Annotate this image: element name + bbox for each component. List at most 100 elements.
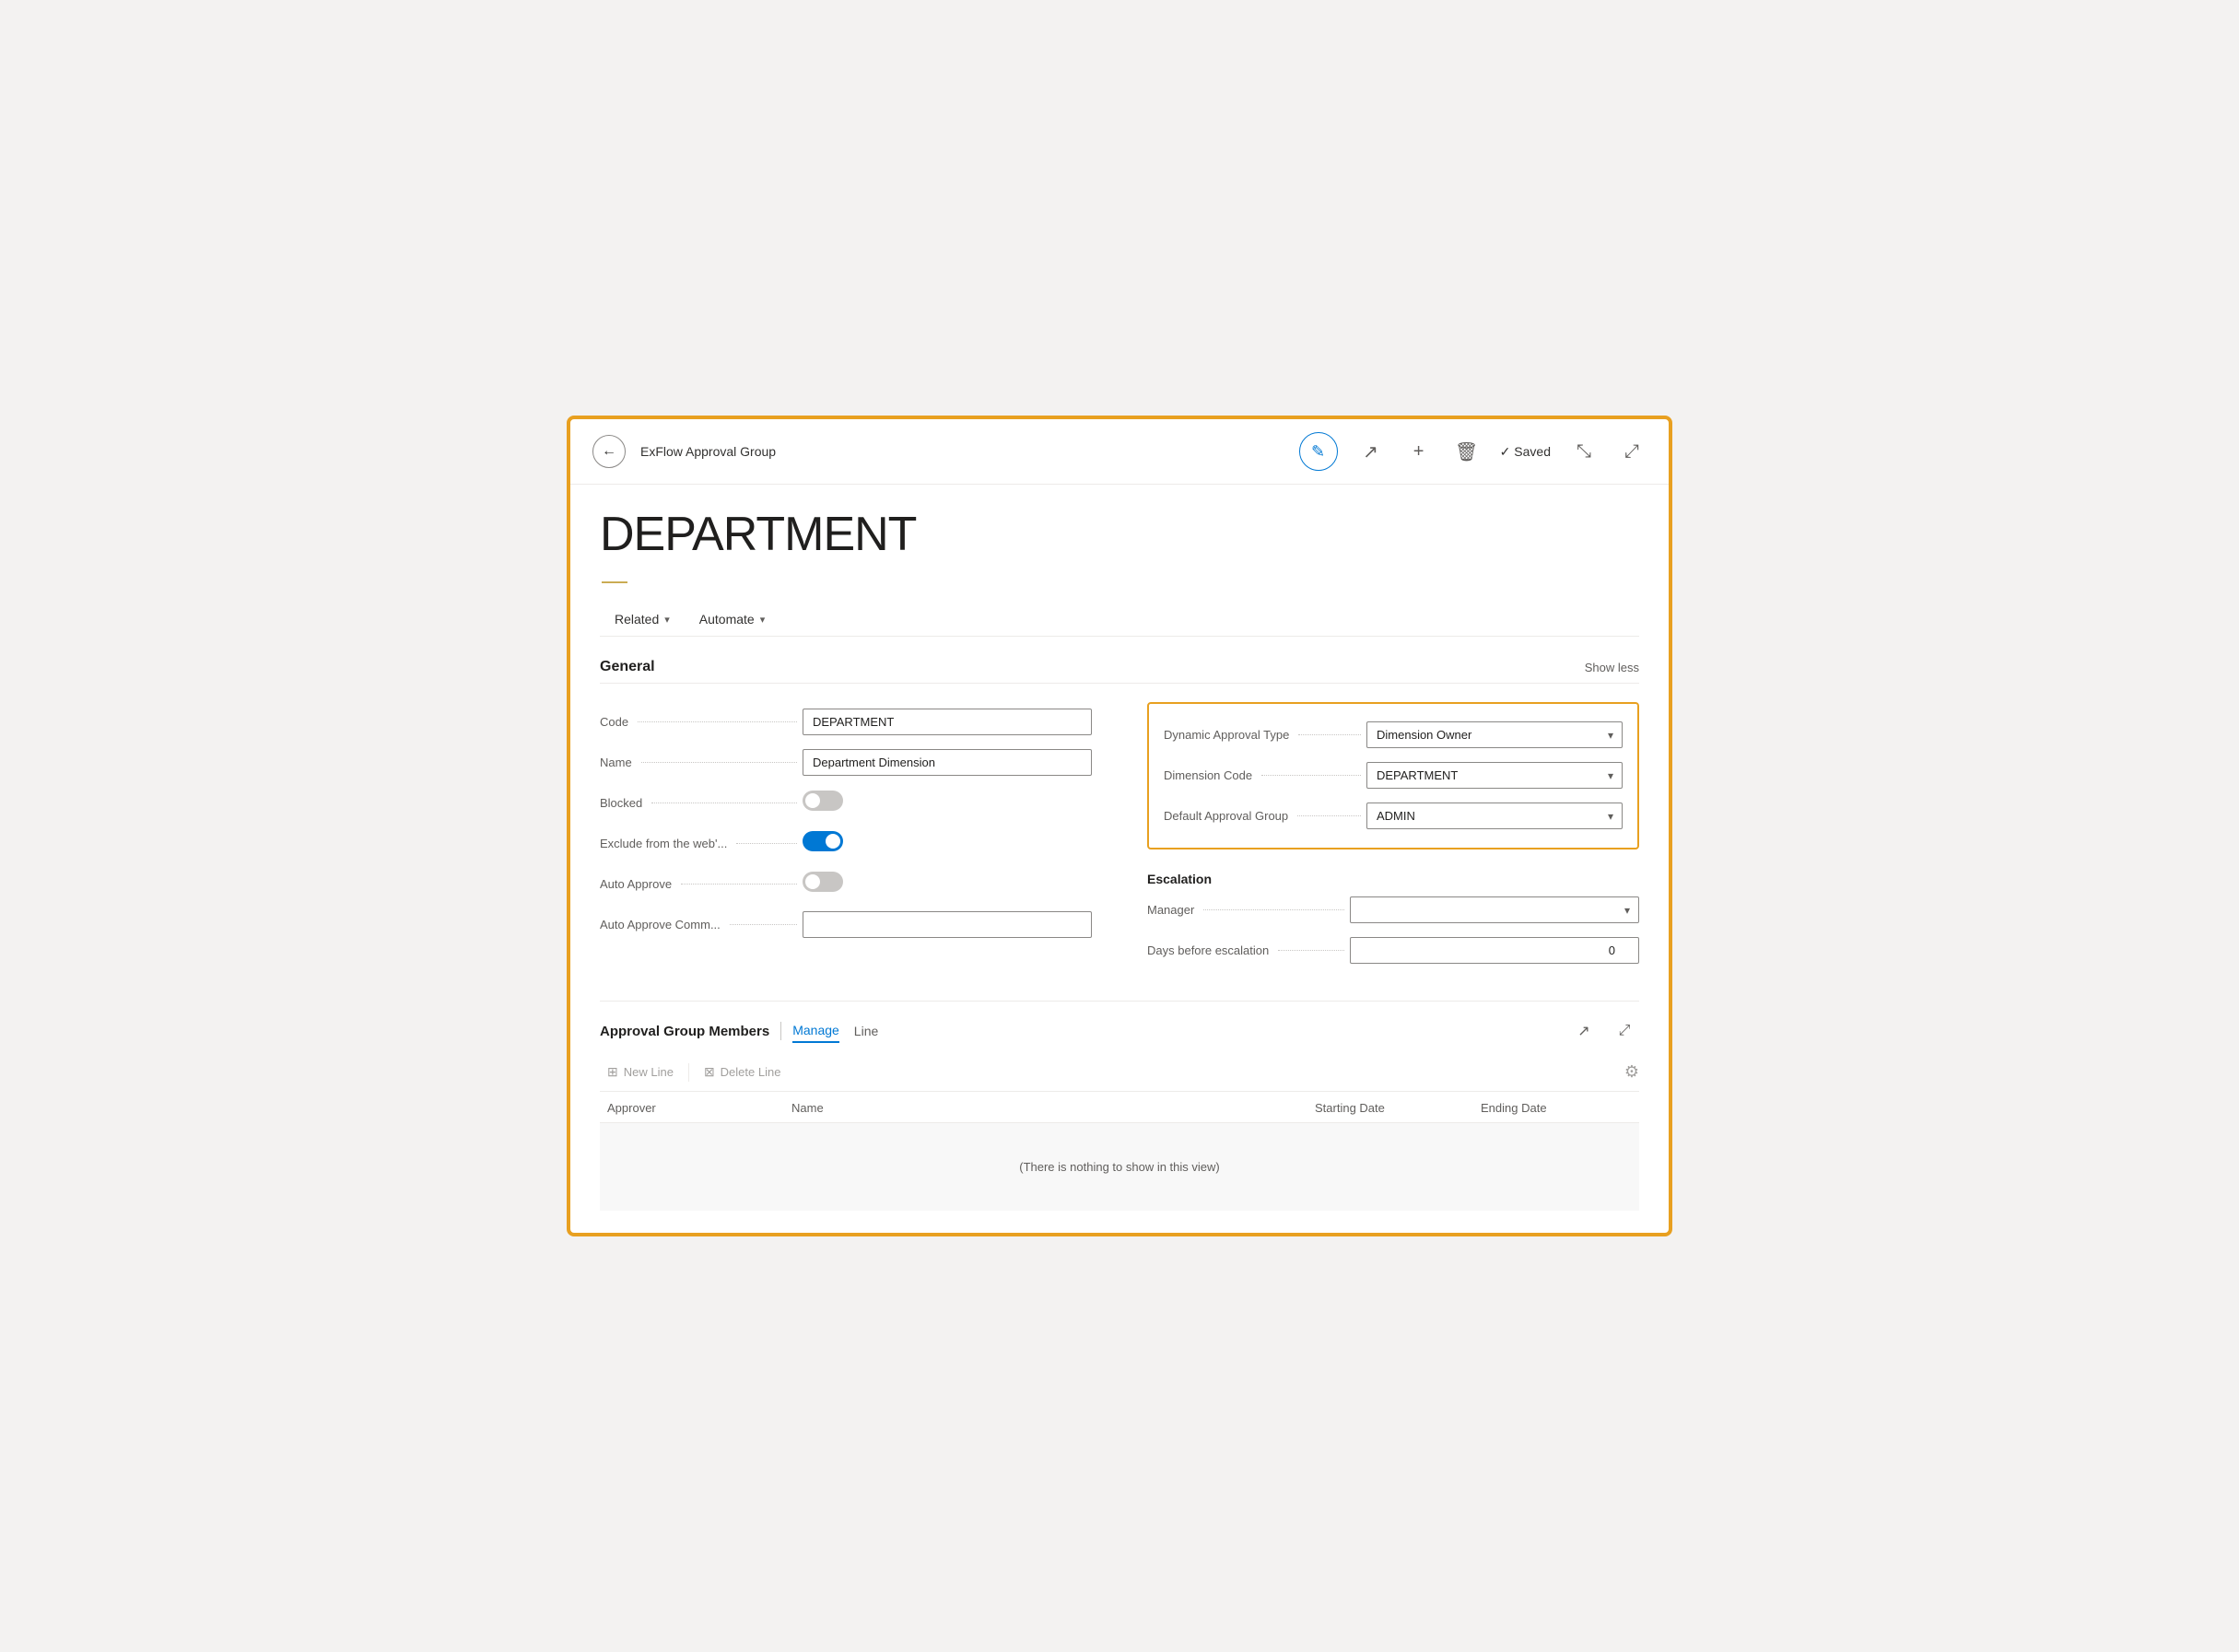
expand-icon: ⤢ xyxy=(1624,441,1639,463)
subgrid-share-icon[interactable]: ↗ xyxy=(1569,1016,1599,1046)
default-approval-group-value[interactable]: ADMIN ▾ xyxy=(1366,803,1623,829)
related-chevron-icon: ▾ xyxy=(664,614,670,626)
delete-button[interactable]: 🗑 xyxy=(1452,437,1482,466)
subgrid-section: Approval Group Members Manage Line ↗ ⤢ ⊞… xyxy=(600,1001,1639,1211)
default-approval-group-dots xyxy=(1297,815,1361,816)
manager-select[interactable] xyxy=(1350,896,1639,923)
record-title: DEPARTMENT xyxy=(600,507,1639,562)
new-line-button[interactable]: ⊞ New Line xyxy=(600,1060,681,1084)
name-dots xyxy=(641,762,797,763)
exclude-toggle[interactable] xyxy=(803,831,1092,856)
blocked-toggle-switch[interactable] xyxy=(803,791,843,811)
exclude-slider xyxy=(803,831,843,851)
manager-row: Manager ▾ xyxy=(1147,890,1639,931)
delete-line-label: Delete Line xyxy=(721,1065,781,1079)
code-input[interactable] xyxy=(803,709,1092,735)
edit-icon: ✎ xyxy=(1311,442,1325,462)
subgrid-header-right: ↗ ⤢ xyxy=(1569,1016,1639,1046)
nav-tabs: Related ▾ Automate ▾ xyxy=(600,603,1639,637)
new-line-label: New Line xyxy=(624,1065,674,1079)
days-escalation-value[interactable] xyxy=(1350,937,1639,964)
default-approval-group-label: Default Approval Group xyxy=(1164,809,1366,823)
subgrid-manage-tab[interactable]: Manage xyxy=(792,1019,839,1043)
manager-dots xyxy=(1203,909,1344,910)
auto-approve-comm-dots xyxy=(730,924,797,925)
subgrid-separator xyxy=(780,1022,781,1040)
col-starting-date: Starting Date xyxy=(1307,1101,1473,1115)
dynamic-approval-type-select[interactable]: Dimension Owner xyxy=(1366,721,1623,748)
auto-approve-label: Auto Approve xyxy=(600,877,803,891)
code-field-row: Code xyxy=(600,702,1092,743)
days-escalation-input[interactable] xyxy=(1350,937,1639,964)
manager-value[interactable]: ▾ xyxy=(1350,896,1639,923)
main-content: DEPARTMENT — Related ▾ Automate ▾ Genera… xyxy=(570,485,1669,1233)
dynamic-approval-type-label: Dynamic Approval Type xyxy=(1164,728,1366,742)
blocked-slider xyxy=(803,791,843,811)
auto-approve-toggle[interactable] xyxy=(803,872,1092,896)
name-label: Name xyxy=(600,756,803,769)
exclude-toggle-switch[interactable] xyxy=(803,831,843,851)
delete-line-button[interactable]: ⊠ Delete Line xyxy=(697,1060,789,1084)
dimension-code-label: Dimension Code xyxy=(1164,768,1366,782)
subgrid-title: Approval Group Members xyxy=(600,1024,769,1039)
right-column: Dynamic Approval Type Dimension Owner ▾ xyxy=(1147,702,1639,971)
dimension-code-wrapper: DEPARTMENT ▾ xyxy=(1366,762,1623,789)
default-approval-group-select[interactable]: ADMIN xyxy=(1366,803,1623,829)
auto-approve-toggle-switch[interactable] xyxy=(803,872,843,892)
page-container: ← ExFlow Approval Group ✎ ↗ + 🗑 ✓ Saved … xyxy=(567,416,1672,1236)
days-escalation-label: Days before escalation xyxy=(1147,943,1350,957)
automate-label: Automate xyxy=(699,612,755,627)
add-button[interactable]: + xyxy=(1404,437,1434,466)
popout-button[interactable]: ⤡ xyxy=(1569,437,1599,466)
dynamic-approval-type-wrapper: Dimension Owner ▾ xyxy=(1366,721,1623,748)
add-icon: + xyxy=(1413,441,1424,463)
auto-approve-comm-value[interactable] xyxy=(803,911,1092,938)
back-button[interactable]: ← xyxy=(592,435,626,468)
dynamic-approval-type-value[interactable]: Dimension Owner ▾ xyxy=(1366,721,1623,748)
exclude-dots xyxy=(736,843,797,844)
dynamic-approval-box: Dynamic Approval Type Dimension Owner ▾ xyxy=(1147,702,1639,849)
share-button[interactable]: ↗ xyxy=(1356,437,1386,466)
edit-button[interactable]: ✎ xyxy=(1299,432,1338,471)
popout-icon: ⤡ xyxy=(1577,441,1591,463)
delete-icon: 🗑 xyxy=(1455,440,1478,463)
dimension-code-dots xyxy=(1261,775,1361,776)
manager-label: Manager xyxy=(1147,903,1350,917)
escalation-title: Escalation xyxy=(1147,872,1639,886)
saved-status: ✓ Saved xyxy=(1500,444,1551,460)
col-approver: Approver xyxy=(600,1101,784,1115)
dimension-code-select[interactable]: DEPARTMENT xyxy=(1366,762,1623,789)
exclude-field-row: Exclude from the web'... xyxy=(600,824,1092,864)
auto-approve-slider xyxy=(803,872,843,892)
code-value[interactable] xyxy=(803,709,1092,735)
show-less-button[interactable]: Show less xyxy=(1585,661,1639,674)
subgrid-header: Approval Group Members Manage Line ↗ ⤢ xyxy=(600,1016,1639,1046)
saved-label: Saved xyxy=(1514,444,1551,459)
automate-chevron-icon: ▾ xyxy=(760,614,766,626)
dynamic-approval-type-row: Dynamic Approval Type Dimension Owner ▾ xyxy=(1164,715,1623,756)
automate-tab[interactable]: Automate ▾ xyxy=(685,603,780,636)
general-section-header: General Show less xyxy=(600,659,1639,684)
new-line-icon: ⊞ xyxy=(607,1064,618,1080)
code-label: Code xyxy=(600,715,803,729)
left-column: Code Name xyxy=(600,702,1092,971)
toolbar-separator xyxy=(688,1063,689,1082)
subgrid-line-tab[interactable]: Line xyxy=(854,1020,878,1042)
table-empty-message: (There is nothing to show in this view) xyxy=(600,1123,1639,1211)
name-value[interactable] xyxy=(803,749,1092,776)
expand-button[interactable]: ⤢ xyxy=(1617,437,1647,466)
subgrid-expand-icon[interactable]: ⤢ xyxy=(1610,1016,1639,1046)
toolbar-actions: ✎ ↗ + 🗑 ✓ Saved ⤡ ⤢ xyxy=(1299,432,1647,471)
related-tab[interactable]: Related ▾ xyxy=(600,603,685,636)
code-dots xyxy=(638,721,797,722)
blocked-toggle[interactable] xyxy=(803,791,1092,815)
auto-approve-comm-input[interactable] xyxy=(803,911,1092,938)
back-icon: ← xyxy=(602,443,616,460)
default-approval-group-row: Default Approval Group ADMIN ▾ xyxy=(1164,796,1623,837)
default-approval-group-wrapper: ADMIN ▾ xyxy=(1366,803,1623,829)
blocked-field-row: Blocked xyxy=(600,783,1092,824)
dimension-code-value[interactable]: DEPARTMENT ▾ xyxy=(1366,762,1623,789)
filter-icon[interactable]: ⚙ xyxy=(1624,1062,1639,1082)
name-input[interactable] xyxy=(803,749,1092,776)
title-dash: — xyxy=(602,566,1639,595)
